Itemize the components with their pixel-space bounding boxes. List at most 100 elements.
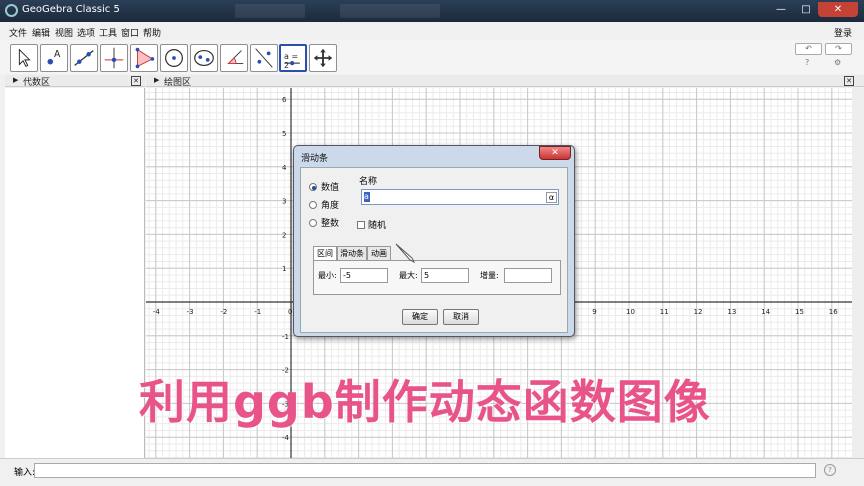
radio-integer[interactable]: 整数	[309, 216, 339, 229]
y-tick-label: 6	[282, 96, 287, 104]
collapse-triangle-icon[interactable]: ▶	[13, 76, 18, 84]
dialog-title: 滑动条	[301, 154, 329, 164]
geogebra-logo-icon	[5, 4, 18, 17]
input-label: 输入:	[14, 468, 36, 478]
line-icon	[74, 50, 94, 66]
input-help-icon[interactable]: ?	[824, 464, 836, 476]
menu-bar: 文件 编辑 视图 选项 工具 窗口 帮助 登录	[0, 22, 864, 40]
radio-number-label: 数值	[321, 183, 340, 193]
overlay-caption: 利用ggb制作动态函数图像	[139, 375, 711, 429]
ellipse-icon	[194, 49, 214, 67]
geogebra-window: GeoGebra Classic 5 — □ ✕ 文件 编辑 视图 选项 工具 …	[0, 0, 864, 486]
y-tick-label: -4	[282, 434, 290, 442]
name-label: 名称	[359, 177, 378, 187]
circle-tool-button[interactable]	[160, 44, 188, 72]
redo-button[interactable]: ↷	[825, 43, 852, 55]
help-icon[interactable]: ?	[805, 58, 809, 67]
random-checkbox[interactable]: 随机	[357, 218, 386, 231]
maximize-button[interactable]: □	[795, 2, 817, 17]
point-icon: A	[47, 49, 61, 65]
line-tool-button[interactable]	[70, 44, 98, 72]
toolbar: A a = 2 ↶ ↷ ? ⚙	[0, 40, 864, 74]
interval-pane: 最小: -5 最大: 5 增量:	[313, 260, 561, 295]
menu-help[interactable]: 帮助	[143, 26, 161, 39]
radio-angle-label: 角度	[321, 201, 340, 211]
reflect-icon	[255, 48, 273, 68]
menu-tools[interactable]: 工具	[99, 26, 117, 39]
circle-icon	[165, 49, 183, 67]
polygon-tool-button[interactable]	[130, 44, 158, 72]
tab-slider[interactable]: 滑动条	[337, 246, 367, 260]
radio-number[interactable]: 数值	[309, 180, 339, 193]
login-link[interactable]: 登录	[834, 26, 852, 39]
input-field[interactable]	[34, 463, 816, 478]
cancel-button[interactable]: 取消	[443, 309, 479, 325]
alpha-symbol-button[interactable]: α	[546, 192, 557, 203]
menu-window[interactable]: 窗口	[121, 26, 139, 39]
menu-file[interactable]: 文件	[9, 26, 27, 39]
max-input[interactable]: 5	[421, 268, 469, 283]
menu-edit[interactable]: 编辑	[32, 26, 50, 39]
minimize-button[interactable]: —	[770, 2, 792, 17]
x-tick-label: 15	[795, 308, 804, 316]
dialog-body: 数值 角度 整数 名称 a α 随机 区间 滑动条 动画 最小: -5 最大: …	[300, 167, 568, 333]
ellipse-tool-button[interactable]	[190, 44, 218, 72]
collapse-triangle-icon[interactable]: ▶	[154, 76, 159, 84]
min-input[interactable]: -5	[340, 268, 388, 283]
radio-angle[interactable]: 角度	[309, 198, 339, 211]
settings-icon[interactable]: ⚙	[834, 58, 841, 67]
ok-button[interactable]: 确定	[402, 309, 438, 325]
algebra-view[interactable]	[5, 88, 145, 458]
pen-cursor-icon	[395, 243, 416, 264]
radio-dot	[309, 183, 317, 191]
step-label: 增量:	[480, 271, 499, 280]
x-tick-label: 12	[694, 308, 703, 316]
perpendicular-line-icon	[104, 47, 124, 69]
y-tick-label: 1	[282, 265, 286, 273]
max-label: 最大:	[399, 271, 418, 280]
y-tick-label: 5	[282, 130, 286, 138]
perpendicular-tool-button[interactable]	[100, 44, 128, 72]
name-input[interactable]: a α	[361, 189, 559, 205]
step-input[interactable]	[504, 268, 552, 283]
menu-view[interactable]: 视图	[55, 26, 73, 39]
dialog-close-button[interactable]: ✕	[539, 146, 571, 160]
undo-button[interactable]: ↶	[795, 43, 822, 55]
slider-tool-button[interactable]: a = 2	[279, 44, 307, 72]
move-tool-button[interactable]	[10, 44, 38, 72]
angle-tool-button[interactable]	[220, 44, 248, 72]
algebra-close-button[interactable]: ✕	[131, 76, 141, 86]
graphics-close-button[interactable]: ✕	[844, 76, 854, 86]
radio-dot	[309, 201, 317, 209]
polygon-icon	[135, 47, 155, 69]
x-tick-label: 11	[660, 308, 669, 316]
taskbar-tab	[235, 4, 305, 18]
x-tick-label: 10	[626, 308, 635, 316]
svg-text:A: A	[54, 49, 61, 60]
tab-interval[interactable]: 区间	[313, 246, 337, 261]
move-graphics-tool-button[interactable]	[309, 44, 337, 72]
y-tick-label: 4	[282, 164, 287, 172]
reflect-tool-button[interactable]	[250, 44, 278, 72]
cursor-arrow-icon	[18, 48, 31, 67]
radio-dot	[309, 219, 317, 227]
x-tick-label: 13	[727, 308, 736, 316]
name-value: a	[364, 192, 370, 202]
close-button[interactable]: ✕	[818, 2, 858, 17]
y-tick-label: 2	[282, 231, 286, 239]
min-label: 最小:	[318, 271, 337, 280]
x-tick-label: -2	[220, 308, 227, 316]
right-scroll-strip	[852, 88, 864, 458]
x-tick-label: 14	[761, 308, 770, 316]
point-tool-button[interactable]: A	[40, 44, 68, 72]
angle-icon	[227, 50, 244, 65]
x-tick-label: -4	[153, 308, 161, 316]
tab-animation[interactable]: 动画	[367, 246, 391, 260]
graphics-view-title: 绘图区	[164, 78, 192, 88]
algebra-view-header: ▶ 代数区 ✕	[5, 75, 145, 88]
menu-options[interactable]: 选项	[77, 26, 95, 39]
move-arrows-icon	[313, 48, 333, 68]
title-bar: GeoGebra Classic 5 — □ ✕	[0, 0, 864, 22]
y-tick-label: 3	[282, 198, 286, 206]
y-tick-label: -1	[282, 333, 289, 341]
